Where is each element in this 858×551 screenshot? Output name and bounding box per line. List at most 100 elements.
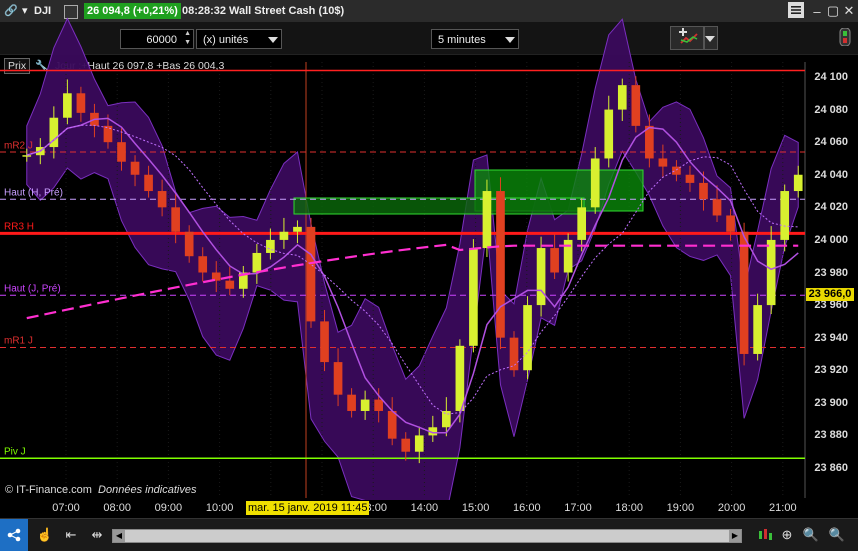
- y-tick-label: 24 060: [814, 136, 848, 149]
- y-tick-label: 23 900: [814, 396, 848, 409]
- bollinger-cloud: [26, 17, 799, 500]
- candle-body: [387, 410, 397, 439]
- price-chart[interactable]: [0, 0, 858, 500]
- y-tick-label: 24 000: [814, 233, 848, 246]
- x-tick-label: 17:00: [564, 502, 592, 514]
- candle-body: [103, 125, 113, 143]
- wrench-icon[interactable]: 🔧: [35, 60, 48, 72]
- chart-style-icon[interactable]: [756, 526, 774, 544]
- candle-body: [658, 158, 668, 167]
- candle-body: [90, 112, 99, 126]
- level-label: mR2 J: [4, 140, 33, 152]
- cursor-time-label: mar. 15 janv. 2019 11:45: [246, 501, 370, 515]
- x-axis: 07:0008:0009:0010:0011:0012:0013:0014:00…: [0, 500, 805, 518]
- candle-body: [766, 239, 776, 306]
- candle-body: [320, 321, 329, 363]
- indicators-button[interactable]: [670, 26, 704, 50]
- watermark-brand: © IT-Finance.com: [5, 484, 92, 496]
- y-tick-label: 23 920: [814, 364, 848, 377]
- level-label: Piv J: [4, 446, 26, 458]
- candle-body: [184, 231, 194, 257]
- level-label: mR1 J: [4, 335, 33, 347]
- zoom-in-icon[interactable]: 🔍: [828, 526, 846, 544]
- title-bar: 🔗 ▾ DJI 26 094,8 (+0,21%) 08:28:32 Wall …: [0, 0, 858, 23]
- menu-icon[interactable]: [788, 2, 804, 18]
- y-tick-label: 23 980: [814, 266, 848, 279]
- symbol-label[interactable]: DJI: [34, 3, 51, 19]
- candle-body: [279, 231, 289, 240]
- candle-body: [590, 158, 600, 208]
- close-icon[interactable]: ✕: [840, 2, 858, 20]
- candle-body: [374, 399, 383, 411]
- stepper-arrows-icon[interactable]: ▲ ▼: [184, 29, 191, 47]
- chevron-down-icon: [705, 36, 715, 42]
- candle-body: [347, 394, 356, 411]
- instrument-name: Wall Street Cash (10$): [229, 5, 345, 17]
- candle-body: [35, 147, 45, 156]
- hand-icon[interactable]: ☝: [36, 526, 54, 544]
- candle-body: [63, 93, 72, 118]
- candle-body: [482, 191, 492, 249]
- candle-body: [171, 207, 180, 232]
- candle-body: [238, 272, 248, 289]
- chart-gridlines: [65, 62, 806, 498]
- day-info: Jour :+Haut 26 097,8 +Bas 26 004,3: [55, 60, 225, 72]
- level-label: Haut (H, Pré): [4, 187, 63, 199]
- units-value: 60000: [146, 34, 177, 46]
- chevron-down-icon[interactable]: ▾: [22, 3, 28, 19]
- scroll-right-icon[interactable]: ▶: [729, 530, 741, 542]
- x-tick-label: 15:00: [461, 502, 490, 514]
- moving-average-lines: [26, 117, 799, 434]
- y-tick-label: 24 020: [814, 201, 848, 214]
- chart-legend: Prix 🔧 Jour :+Haut 26 097,8 +Bas 26 004,…: [4, 58, 225, 74]
- scroll-fit-icon[interactable]: ⇹: [88, 526, 106, 544]
- x-tick-label: 21:00: [769, 502, 797, 514]
- chevron-down-icon: [268, 37, 278, 43]
- candle-body: [225, 280, 235, 289]
- candle-body: [455, 345, 465, 411]
- y-tick-label: 24 040: [814, 168, 848, 181]
- candle-body: [22, 155, 32, 157]
- candle-body: [726, 215, 735, 232]
- price-label[interactable]: Prix: [4, 58, 31, 74]
- quote-badge: 26 094,8 (+0,21%): [84, 3, 181, 19]
- units-stepper[interactable]: 60000 ▲ ▼: [120, 29, 194, 49]
- horizontal-scrollbar[interactable]: ◀ ▶: [112, 529, 742, 543]
- candle-body: [753, 305, 762, 354]
- clock-time: 08:28:32: [182, 5, 227, 17]
- indicator-cloud: [26, 17, 799, 500]
- zone-rectangle: [474, 169, 644, 212]
- candle-body: [211, 272, 221, 281]
- sync-icon[interactable]: [836, 28, 854, 46]
- candle-body: [293, 226, 302, 232]
- level-lines: [0, 69, 805, 459]
- share-icon[interactable]: [0, 519, 28, 551]
- level-label: Haut (J, Pré): [4, 283, 61, 295]
- x-tick-label: 09:00: [154, 502, 183, 514]
- y-tick-label: 23 940: [814, 331, 848, 344]
- candle-body: [401, 438, 411, 452]
- zoom-out-icon[interactable]: 🔍: [802, 526, 820, 544]
- y-tick-label: 23 860: [814, 462, 848, 474]
- x-tick-label: 08:00: [103, 502, 131, 514]
- indicators-menu-button[interactable]: [704, 26, 718, 50]
- candle-body: [685, 174, 695, 183]
- units-dropdown[interactable]: (x) unités: [196, 29, 282, 49]
- y-tick-label: 23 880: [814, 429, 848, 442]
- candle-body: [523, 305, 532, 371]
- candles: [22, 76, 803, 464]
- scroll-end-icon[interactable]: ⇤: [62, 526, 80, 544]
- candle-body: [414, 435, 424, 452]
- cursor-icon[interactable]: ⊕: [778, 526, 796, 544]
- candle-body: [577, 207, 587, 240]
- link-icon[interactable]: 🔗: [4, 3, 18, 19]
- interval-dropdown[interactable]: 5 minutes: [431, 29, 519, 49]
- candle-body: [496, 191, 505, 338]
- add-indicator-icon: [679, 28, 698, 44]
- candle-body: [333, 362, 343, 395]
- checkbox-icon[interactable]: [64, 5, 78, 19]
- chart-toolbar: 60000 ▲ ▼ (x) unités 5 minutes: [0, 22, 858, 55]
- scroll-left-icon[interactable]: ◀: [113, 530, 125, 542]
- candle-body: [49, 117, 59, 148]
- ma-medium-line: [26, 124, 799, 415]
